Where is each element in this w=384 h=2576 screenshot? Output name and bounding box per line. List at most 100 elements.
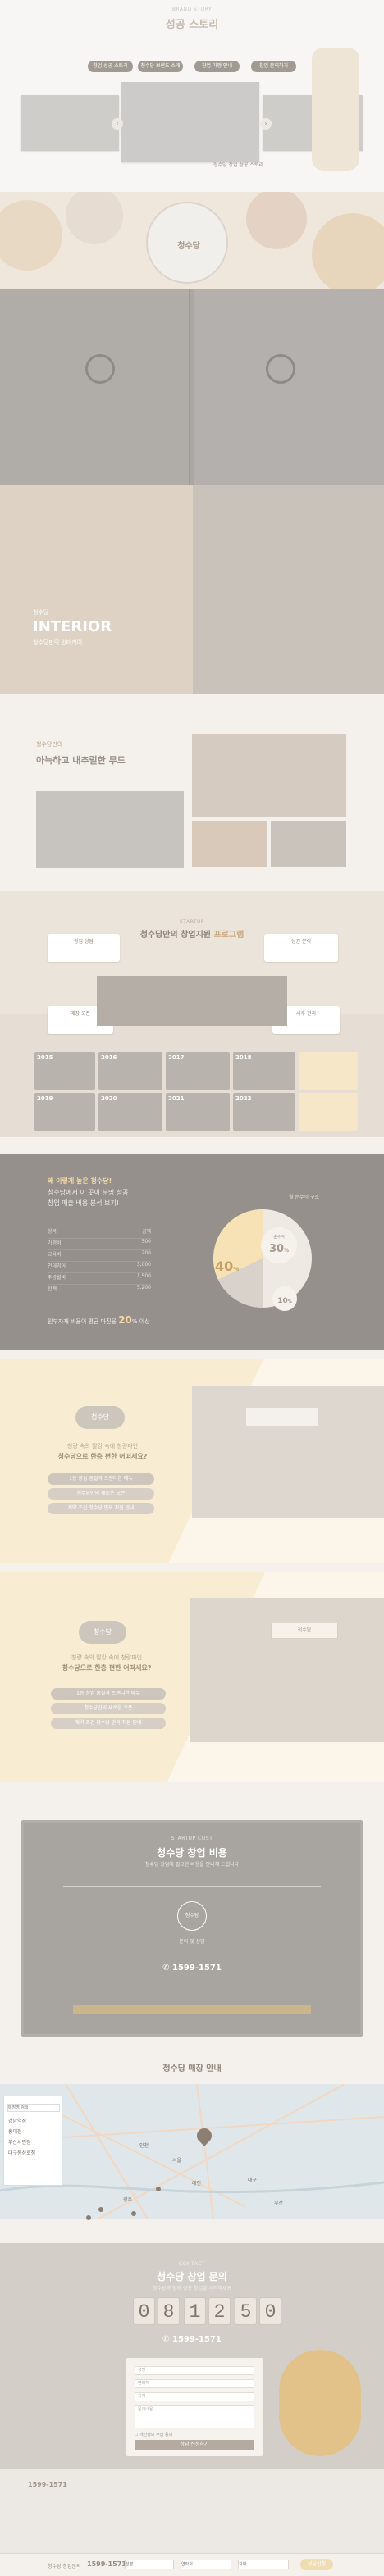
footer-input-phone[interactable] [181,2560,231,2569]
map-store-item[interactable]: 강남역점 [4,2115,62,2126]
footer-submit-button[interactable]: 상담신청 [300,2559,333,2570]
inquiry-dessert-photo [279,2350,361,2456]
inquiry-field-name[interactable]: 성명 [135,2366,254,2375]
interior-photo-right [193,485,384,694]
map-store-item[interactable]: 홍대점 [4,2126,62,2137]
sales-row: 교육비 200 [48,1250,151,1262]
promo1-line-1: 청량 속의 말캉 속에 청량파인 [66,1443,139,1450]
inquiry-field-region[interactable]: 지역 [135,2392,254,2401]
map-marker-icon[interactable] [98,2207,103,2212]
startup-section: STARTUP 청수당만의 창업지원 프로그램 창업 상담 상권 분석 매장 오… [0,891,384,1137]
inquiry-field-message[interactable]: 문의내용 [135,2405,254,2428]
map-city-label: 서울 [172,2158,182,2164]
pie-label-40: 40% [215,1258,240,1274]
promo2-pill-1: 1등 창업 품질과 트렌디한 메뉴 [51,1688,166,1700]
hero-video-center[interactable] [121,82,259,162]
inquiry-submit-button[interactable]: 상담 신청하기 [135,2440,254,2450]
pie-bubble-10: 10% [272,1286,297,1311]
cost-logo-badge: 청수당 [177,1901,207,1931]
map-marker-icon[interactable] [86,2215,91,2220]
interior-photo-left [0,485,193,694]
sales-footnote: 원부자재 비율이 평균 마진율 20% 이상 [48,1314,150,1326]
promo1-pill-3: 계약 조건 청수당 만의 지원 안내 [48,1503,154,1514]
year-cell-4: 2018 [233,1052,295,1090]
map-canvas[interactable]: 강남역점 홍대점 부산서면점 대구동성로점 서울 인천 대전 대구 광주 부산 [0,2084,384,2220]
footer-input-region[interactable] [238,2560,289,2569]
door-knocker-left [85,354,115,384]
food-bowl-3 [246,192,307,249]
cost-phone-row[interactable]: ✆ 1599-1571 [24,1964,360,1973]
startup-title-emph: 프로그램 [213,931,245,940]
promo1-pill-2: 청수당만의 새로운 오픈 [48,1488,154,1500]
sales-row: 합계 5,200 [48,1285,151,1292]
year-cell-3: 2017 [166,1052,230,1090]
hero-pill-3[interactable]: 창업 가맹 안내 [194,61,240,72]
inquiry-field-phone[interactable]: 연락처 [135,2379,254,2388]
food-bowl-4 [312,213,384,289]
hero-pill-1[interactable]: 창업 성공 스토리 [88,61,133,72]
hero-pill-2[interactable]: 청수당 브랜드 소개 [138,61,183,72]
map-city-label: 부산 [274,2201,284,2206]
footer-bar-label: 청수당 창업문의 [48,2564,81,2569]
mood-kicker: 청수당만의 [36,741,63,748]
startup-eyebrow: STARTUP [179,919,205,925]
checkbox-icon[interactable]: ☐ [135,2433,138,2437]
phone-icon: ✆ [162,2335,170,2344]
map-search-input[interactable] [7,2104,60,2112]
footer-input-name[interactable] [125,2560,174,2569]
interior-subtitle: 청수당만의 인테리어 [33,639,83,646]
hero-prev-arrow-icon[interactable]: ‹ [112,118,123,130]
promo-section-2: 청수당 청량 속의 말캉 속에 청량파인 청수당으로 한층 편한 어떠세요? 1… [0,1572,384,1782]
hero-video-left[interactable] [21,95,119,151]
inquiry-title: 청수당 창업 문의 [157,2271,227,2282]
cost-card: STARTUP COST 청수당 창업 비용 청수당 창업에 필요한 비용을 안… [21,1820,363,2037]
map-title: 청수당 매장 안내 [162,2064,222,2073]
sales-row: 인테리어 3,000 [48,1262,151,1273]
inquiry-section: CONTACT 청수당 창업 문의 청수당과 함께 성공 창업을 시작하세요 0… [0,2243,384,2469]
hero-drink-cup [312,48,359,171]
promo1-signboard [246,1408,318,1426]
cost-bottom-bar [73,2005,311,2014]
door-knocker-right [266,354,295,384]
food-logo-text: 청수당 [177,242,200,251]
promo1-pill-1: 1등 창업 품질과 트렌디한 메뉴 [48,1473,154,1485]
sales-section: 왜 이렇게 높은 청수당! 청수당에서 이 곳이 분명 성공 창업 매출 비용 … [0,1154,384,1350]
hero-title-group: BRAND STORY 성공 스토리 [0,7,384,31]
counter-digit: 8 [158,2297,180,2325]
startup-store-photo [97,976,287,1026]
counter-digit: 0 [259,2297,281,2325]
hero-caption: 청수당 창업 성공 스토리 [213,162,263,168]
sales-row: 주방설비 1,500 [48,1273,151,1285]
interior-title: INTERIOR [33,618,112,635]
inquiry-eyebrow: CONTACT [179,2261,205,2267]
sales-badge: 월 순수익 구조 [289,1195,319,1200]
year-cell-2: 2016 [98,1052,162,1090]
cost-divider [63,1886,321,1887]
map-store-item[interactable]: 부산서면점 [4,2137,62,2147]
promo2-signboard: 청수당 [271,1623,338,1639]
phone-icon: ✆ [162,1964,170,1973]
map-section: 청수당 매장 안내 강남역점 홍대점 부산서면점 대구동성로점 서울 인천 대전… [0,2053,384,2243]
hero-pill-4[interactable]: 창업 문의하기 [251,61,296,72]
promo1-line-2: 청수당으로 한층 편한 어떠세요? [57,1453,148,1460]
map-marker-icon[interactable] [156,2187,161,2191]
inquiry-phone[interactable]: ✆ 1599-1571 [0,2335,384,2344]
door-right [194,289,384,485]
mood-photo-4 [271,821,346,867]
hero-next-arrow-icon[interactable]: › [260,118,272,130]
promo1-store-photo [192,1386,384,1518]
cost-sub: 청수당 창업에 필요한 비용을 안내해 드립니다 [144,1862,240,1868]
sales-row: 가맹비 500 [48,1239,151,1250]
mood-photo-2 [192,734,346,817]
pie-bubble-30: 순수익 30% [261,1227,297,1263]
inquiry-privacy[interactable]: ☐ 개인정보 수집 동의 [135,2432,172,2437]
year-cell-10 [299,1093,358,1131]
hero-section: BRAND STORY 성공 스토리 창업 성공 스토리 청수당 브랜드 소개 … [0,0,384,192]
hero-eyebrow: BRAND STORY [171,7,213,12]
inquiry-counter: 0 8 1 2 5 0 [133,2297,281,2327]
map-marker-icon[interactable] [131,2211,136,2216]
mood-photo-1 [36,791,184,868]
interior-text-group: 청수당 INTERIOR 청수당만의 인테리어 [33,608,112,647]
map-store-item[interactable]: 대구동성로점 [4,2147,62,2158]
startup-card-1: 창업 상담 [48,934,120,962]
